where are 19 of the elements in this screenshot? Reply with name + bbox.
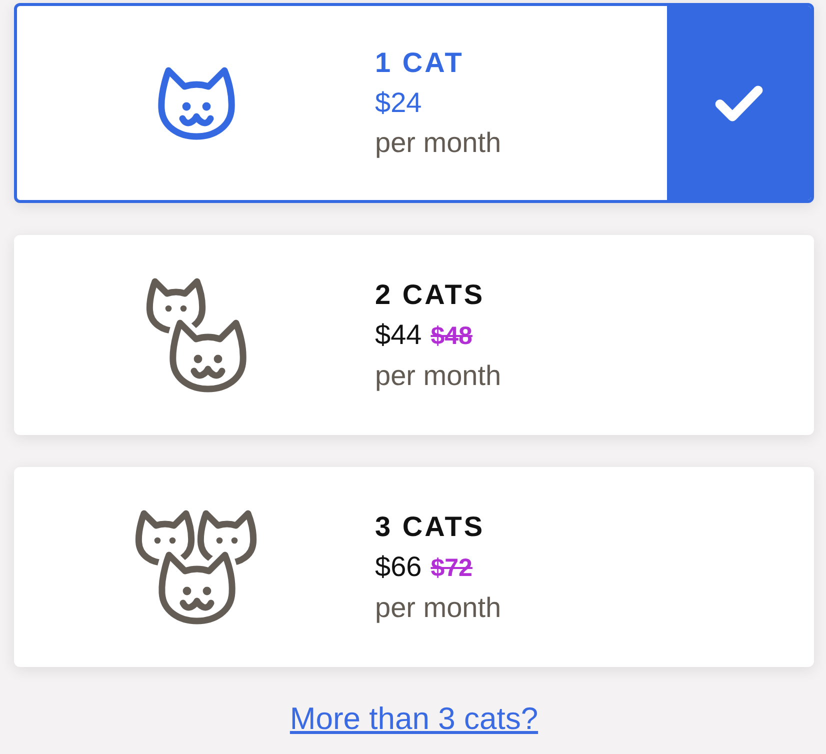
plan-price: $24 — [375, 86, 422, 120]
billing-period: per month — [375, 126, 502, 160]
plan-option[interactable]: 1 CAT $24 per month — [14, 3, 814, 203]
plan-price: $44 — [375, 318, 422, 352]
billing-period: per month — [375, 358, 502, 393]
plan-price: $66 — [375, 550, 422, 584]
plan-option[interactable]: 2 CATS $44 $48 per month — [14, 235, 814, 435]
original-price: $72 — [430, 552, 472, 584]
plan-title: 1 CAT — [375, 46, 464, 80]
cats-icon — [135, 509, 257, 625]
plan-title: 3 CATS — [375, 510, 484, 544]
plan-title: 2 CATS — [375, 278, 484, 312]
cat-icon — [158, 66, 234, 140]
plan-option[interactable]: 3 CATS $66 $72 per month — [14, 467, 814, 667]
more-cats-link[interactable]: More than 3 cats? — [290, 699, 538, 739]
check-icon — [714, 84, 764, 122]
original-price: $48 — [430, 320, 472, 352]
cats-icon — [146, 277, 246, 393]
billing-period: per month — [375, 590, 502, 625]
